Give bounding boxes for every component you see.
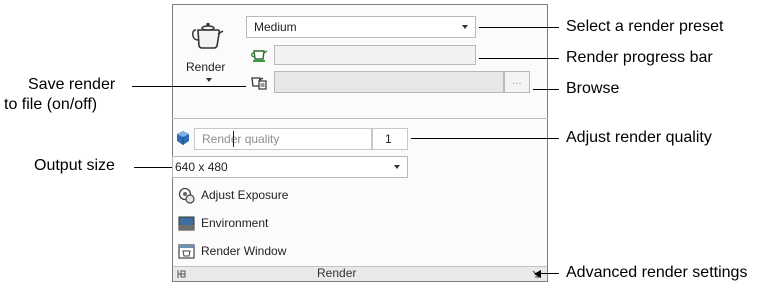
render-window-icon (178, 243, 195, 259)
save-render-toggle-icon[interactable] (250, 73, 268, 91)
leader-line (479, 58, 559, 59)
panel-footer-title: Render (317, 266, 357, 280)
callout-save-render-line1: Save render (28, 76, 116, 93)
pin-icon[interactable] (176, 268, 188, 280)
environment-icon (178, 216, 195, 230)
adjust-exposure-button[interactable]: Adjust Exposure (178, 184, 288, 206)
leader-line (134, 167, 172, 168)
leader-line (132, 86, 246, 87)
callout-render-progress-bar: Render progress bar (566, 49, 713, 66)
render-window-label: Render Window (201, 244, 287, 258)
leader-line (540, 273, 559, 274)
render-quality-field[interactable]: Render quality (194, 128, 372, 150)
output-size-dropdown[interactable]: 640 x 480 (172, 156, 408, 178)
render-preset-dropdown[interactable]: Medium (246, 16, 476, 38)
callout-save-render-line2: to file (on/off) (4, 96, 98, 113)
environment-label: Environment (201, 216, 269, 230)
callout-browse: Browse (566, 80, 620, 97)
teapot-render-icon (192, 23, 224, 49)
chevron-down-icon (462, 25, 468, 29)
arrowhead-icon (534, 270, 541, 278)
adjust-exposure-label: Adjust Exposure (201, 188, 289, 202)
render-dropdown-icon (206, 78, 212, 82)
callout-output-size: Output size (34, 157, 115, 174)
leader-line (533, 89, 559, 90)
teapot-progress-icon (251, 50, 268, 62)
panel-divider (172, 118, 548, 119)
panel-footer (173, 266, 547, 281)
render-button-label: Render (186, 60, 226, 74)
cube-icon (177, 131, 189, 145)
leader-line (411, 138, 559, 139)
browse-button[interactable]: ... (504, 71, 530, 93)
callout-adjust-render-quality: Adjust render quality (566, 129, 712, 146)
render-file-path-field[interactable] (274, 71, 504, 93)
output-size-value: 640 x 480 (175, 160, 228, 174)
chevron-down-icon (394, 165, 400, 169)
leader-line (479, 27, 559, 28)
text-cursor (233, 131, 234, 147)
render-progress-bar (274, 45, 476, 65)
render-quality-value[interactable]: 1 (372, 128, 408, 150)
render-preset-value: Medium (254, 20, 297, 34)
callout-select-render-preset: Select a render preset (566, 18, 724, 35)
render-window-button[interactable]: Render Window (178, 240, 286, 262)
exposure-icon (178, 187, 195, 204)
render-quality-placeholder: Render quality (202, 132, 280, 146)
environment-button[interactable]: Environment (178, 212, 268, 234)
callout-advanced-render-settings: Advanced render settings (566, 264, 748, 281)
